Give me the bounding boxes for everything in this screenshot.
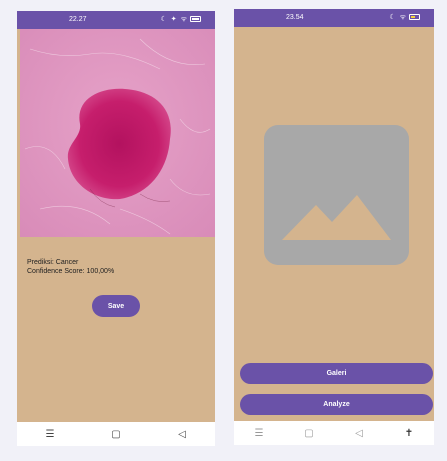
status-icons: ☾ ᯤ	[389, 13, 420, 22]
status-time: 22.27	[69, 16, 87, 23]
save-button[interactable]: Save	[92, 295, 140, 317]
signal-icons: ☾ ᯤ	[389, 14, 407, 21]
back-button[interactable]: ◁	[352, 428, 366, 439]
battery-icon	[190, 16, 201, 23]
analyze-button[interactable]: Analyze	[240, 394, 433, 415]
skin-lesion-photo	[20, 29, 215, 237]
battery-icon	[409, 14, 420, 21]
back-button[interactable]: ◁	[175, 429, 189, 440]
accessibility-button[interactable]: ✝	[402, 428, 416, 439]
status-icons: ☾ ✦ ᯤ	[161, 15, 201, 24]
home-button[interactable]: ▢	[302, 428, 316, 439]
recents-button[interactable]: ☰	[252, 428, 266, 439]
recents-button[interactable]: ☰	[43, 429, 57, 440]
prediction-result: Prediksi: Cancer Confidence Score: 100,0…	[27, 258, 114, 276]
prediction-label: Prediksi: Cancer	[27, 259, 79, 266]
system-nav-bar: ☰ ▢ ◁ ✝	[234, 421, 434, 445]
status-time: 23.54	[286, 14, 304, 21]
status-bar: 23.54 ☾ ᯤ	[234, 9, 434, 27]
status-bar: 22.27 ☾ ✦ ᯤ	[17, 11, 215, 29]
signal-icons: ☾ ✦ ᯤ	[160, 16, 188, 23]
result-screen: 22.27 ☾ ✦ ᯤ Prediksi: Cancer Confidence …	[17, 11, 215, 446]
main-screen: 23.54 ☾ ᯤ Galeri Analyze ☰ ▢ ◁ ✝	[234, 9, 434, 445]
home-button[interactable]: ▢	[109, 429, 123, 440]
system-nav-bar: ☰ ▢ ◁	[17, 422, 215, 446]
image-placeholder-icon	[264, 125, 409, 265]
confidence-score: Confidence Score: 100,00%	[27, 268, 115, 275]
galeri-button[interactable]: Galeri	[240, 363, 433, 384]
